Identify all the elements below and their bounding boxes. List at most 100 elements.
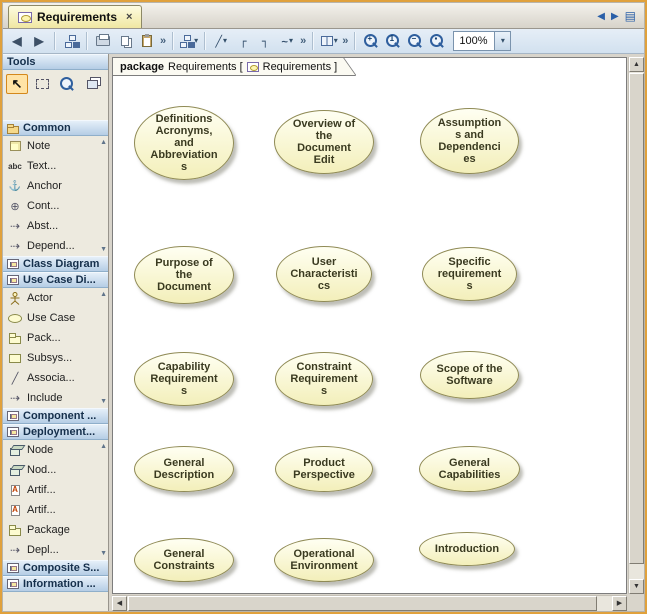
use-case-node[interactable]: Product Perspective xyxy=(275,446,373,492)
toolbar-separator xyxy=(312,32,314,50)
zoom-out-button[interactable]: − xyxy=(405,31,425,51)
zoom-1-1-button[interactable]: 1 xyxy=(383,31,403,51)
marquee-tool-button[interactable] xyxy=(31,74,53,94)
paste-button[interactable] xyxy=(137,31,157,51)
palette-header-label: Tools xyxy=(7,56,36,68)
use-case-label: User Characteristics xyxy=(290,256,358,292)
tab-scroll-left-icon[interactable]: ◀ xyxy=(597,11,605,22)
subsystem-icon xyxy=(9,354,21,363)
palette-scroll-up-icon[interactable]: ▲ xyxy=(100,291,107,298)
zoom-in-button[interactable]: + xyxy=(361,31,381,51)
palette-header-deployment-diagram[interactable]: Deployment... xyxy=(3,424,108,440)
palette-item-artifact-instance[interactable]: AArtif... xyxy=(3,500,108,520)
palette-scroll-down-icon[interactable]: ▼ xyxy=(100,398,107,405)
print-button[interactable] xyxy=(93,31,113,51)
palette-item-package-2[interactable]: Package xyxy=(3,520,108,540)
palette-item-subsystem[interactable]: Subsys... xyxy=(3,348,108,368)
use-case-label: Introduction xyxy=(435,543,499,555)
layers-icon xyxy=(87,80,98,89)
document-tab-requirements[interactable]: Requirements × xyxy=(8,5,142,28)
magnifier-tool-button[interactable] xyxy=(56,74,78,94)
palette-item-note[interactable]: Note xyxy=(3,136,108,156)
palette-item-association[interactable]: ╱Associa... xyxy=(3,368,108,388)
palette-scroll-down-icon[interactable]: ▼ xyxy=(100,550,107,557)
use-case-node[interactable]: Introduction xyxy=(419,532,515,566)
diagram-frame-header[interactable]: package Requirements [ Requirements ] xyxy=(113,58,355,75)
toolbar-separator xyxy=(204,32,206,50)
rectilinear-path-button-2[interactable]: ┐ xyxy=(255,31,275,51)
use-case-node[interactable]: User Characteristics xyxy=(276,246,372,302)
palette-item-use-case[interactable]: Use Case xyxy=(3,308,108,328)
scroll-right-button[interactable]: ▶ xyxy=(612,596,627,611)
palette-header-information-flow[interactable]: Information ... xyxy=(3,576,108,592)
tab-scroll-right-icon[interactable]: ▶ xyxy=(611,11,619,22)
tab-close-icon[interactable]: × xyxy=(126,12,132,23)
horizontal-scrollbar[interactable]: ◀ ▶ xyxy=(112,595,627,611)
palette-item-containment[interactable]: ⊕Cont... xyxy=(3,196,108,216)
palette-header-tools[interactable]: Tools xyxy=(3,54,108,70)
use-case-node[interactable]: Purpose of the Document xyxy=(134,246,234,304)
overflow-chevron-icon[interactable]: » xyxy=(299,35,307,47)
include-arrow-icon: ⇢ xyxy=(8,392,22,405)
use-case-node[interactable]: General Description xyxy=(134,446,234,492)
palette-header-component-diagram[interactable]: Component ... xyxy=(3,408,108,424)
use-case-node[interactable]: General Capabilities xyxy=(419,446,520,492)
use-case-node[interactable]: Scope of the Software xyxy=(420,351,519,399)
horizontal-scroll-thumb[interactable] xyxy=(128,596,597,611)
palette-item-artifact[interactable]: AArtif... xyxy=(3,480,108,500)
palette-item-abstraction[interactable]: ⇢Abst... xyxy=(3,216,108,236)
palette-item-node[interactable]: Node xyxy=(3,440,108,460)
use-case-node[interactable]: Specific requirements xyxy=(422,247,517,301)
vertical-scroll-thumb[interactable] xyxy=(629,73,644,564)
use-case-node[interactable]: Capability Requirements xyxy=(134,352,234,406)
use-case-node[interactable]: Definitions Acronyms, and Abbreviations xyxy=(134,106,234,180)
palette-item-include[interactable]: ⇢Include xyxy=(3,388,108,408)
magnifier-icon xyxy=(60,77,74,91)
palette-item-node-instance[interactable]: Nod... xyxy=(3,460,108,480)
use-case-node[interactable]: General Constraints xyxy=(134,538,234,582)
use-case-node[interactable]: Operational Environment xyxy=(274,538,374,582)
use-case-label: Purpose of the Document xyxy=(150,257,218,293)
palette-item-deployment[interactable]: ⇢Depl... xyxy=(3,540,108,560)
palette-header-label: Composite S... xyxy=(23,562,99,574)
layers-tool-button[interactable] xyxy=(81,74,103,94)
scroll-left-button[interactable]: ◀ xyxy=(112,596,127,611)
swimlane-dropdown-button[interactable]: ▾ xyxy=(319,31,339,51)
zoom-level-select[interactable]: 100% ▾ xyxy=(453,31,511,51)
copy-button[interactable] xyxy=(115,31,135,51)
pointer-tool-button[interactable]: ↖ xyxy=(6,74,28,94)
forward-button[interactable]: ▶ xyxy=(29,31,49,51)
palette-item-actor[interactable]: Actor xyxy=(3,288,108,308)
curved-path-button[interactable]: ~▾ xyxy=(277,31,297,51)
back-button[interactable]: ◀ xyxy=(7,31,27,51)
palette-header-composite-structure[interactable]: Composite S... xyxy=(3,560,108,576)
palette-header-class-diagram[interactable]: Class Diagram xyxy=(3,256,108,272)
overflow-chevron-icon[interactable]: » xyxy=(159,35,167,47)
tab-list-icon[interactable]: ▤ xyxy=(625,9,636,23)
rectilinear-path-button[interactable]: ┌ xyxy=(233,31,253,51)
containment-tree-button[interactable] xyxy=(61,31,81,51)
palette-header-use-case-diagram[interactable]: Use Case Di... xyxy=(3,272,108,288)
layout-dropdown-button[interactable]: ▾ xyxy=(179,31,199,51)
palette-item-dependency[interactable]: ⇢Depend... xyxy=(3,236,108,256)
diagram-canvas[interactable]: package Requirements [ Requirements ] De… xyxy=(112,57,627,594)
palette-scroll-up-icon[interactable]: ▲ xyxy=(100,443,107,450)
palette-item-package[interactable]: Pack... xyxy=(3,328,108,348)
overflow-chevron-icon[interactable]: » xyxy=(341,35,349,47)
zoom-dropdown-button[interactable]: ▾ xyxy=(494,32,510,50)
abstraction-arrow-icon: ⇢ xyxy=(8,220,22,233)
palette-item-anchor[interactable]: ⚓Anchor xyxy=(3,176,108,196)
scroll-down-button[interactable]: ▼ xyxy=(629,579,644,594)
vertical-scrollbar[interactable]: ▲ ▼ xyxy=(628,57,644,594)
palette-item-text[interactable]: abcText... xyxy=(3,156,108,176)
tab-navigation: ◀ ▶ ▤ xyxy=(597,9,644,28)
palette-scroll-up-icon[interactable]: ▲ xyxy=(100,139,107,146)
palette-header-common[interactable]: Common xyxy=(3,120,108,136)
use-case-node[interactable]: Assumptions and Dependencies xyxy=(420,108,519,174)
scroll-up-button[interactable]: ▲ xyxy=(629,57,644,72)
fit-in-window-button[interactable]: ▪ xyxy=(427,31,447,51)
use-case-node[interactable]: Constraint Requirements xyxy=(275,352,373,406)
use-case-node[interactable]: Overview of the Document Edit xyxy=(274,110,374,174)
palette-scroll-down-icon[interactable]: ▼ xyxy=(100,246,107,253)
oblique-path-button[interactable]: ╱▾ xyxy=(211,31,231,51)
